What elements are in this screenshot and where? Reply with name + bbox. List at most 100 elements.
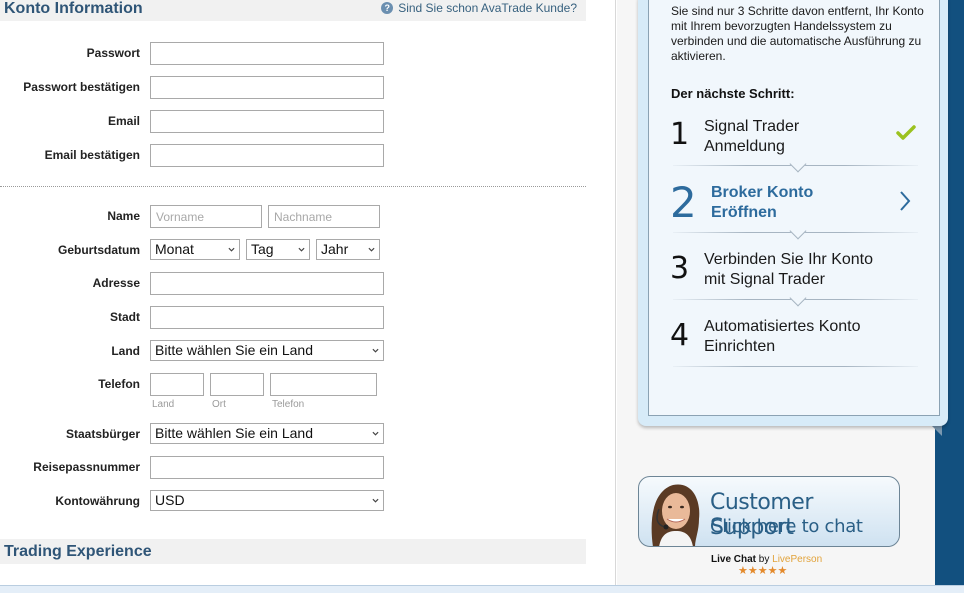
step-line-2: Einrichten [704, 338, 776, 355]
password-confirm-row: Passwort bestätigen [0, 76, 586, 99]
phone-number-input[interactable] [270, 373, 377, 396]
chevron-down-icon [372, 348, 379, 353]
steps-intro-text: Sie sind nur 3 Schritte davon entfernt, … [671, 4, 924, 63]
step-line-2: mit Signal Trader [704, 271, 825, 288]
support-agent-avatar [651, 484, 700, 546]
step-separator [673, 366, 918, 367]
step-number: 4 [670, 318, 690, 353]
step-number: 2 [670, 178, 697, 227]
passport-row: Reisepassnummer [0, 456, 586, 479]
step-line-2: Eröffnen [711, 204, 777, 221]
currency-select-value: USD [155, 492, 185, 508]
email-confirm-label: Email bestätigen [44, 148, 140, 162]
citizenship-row: Staatsbürger Bitte wählen Sie ein Land [0, 423, 586, 446]
section-header-trading: Trading Experience [0, 539, 586, 564]
phone-label: Telefon [98, 377, 140, 391]
step-number: 3 [670, 251, 690, 286]
first-name-input[interactable] [150, 205, 262, 228]
section-title: Konto Information [4, 0, 143, 17]
live-chat-credit: Live Chat by LivePerson [711, 554, 822, 565]
passport-input[interactable] [150, 456, 384, 479]
live-chat-label: Live Chat [711, 554, 757, 565]
birthdate-row: Geburtsdatum Monat Tag Jahr [0, 239, 586, 262]
citizenship-select-value: Bitte wählen Sie ein Land [155, 425, 313, 441]
click-to-chat-text: Click here to chat [710, 516, 863, 537]
password-row: Passwort [0, 42, 586, 65]
next-step-heading: Der nächste Schritt: [671, 86, 795, 101]
existing-customer-link[interactable]: ? Sind Sie schon AvaTrade Kunde? [381, 1, 577, 15]
phone-country-input[interactable] [150, 373, 204, 396]
step-line-1: Verbinden Sie Ihr Konto [704, 251, 874, 268]
password-input[interactable] [150, 42, 384, 65]
citizenship-label: Staatsbürger [65, 427, 140, 441]
email-input[interactable] [150, 110, 384, 133]
chevron-down-icon [228, 247, 235, 252]
chevron-down-icon [368, 247, 375, 252]
step-line-1: Signal Trader [704, 118, 800, 135]
country-select-value: Bitte wählen Sie ein Land [155, 342, 313, 358]
birthdate-label: Geburtsdatum [57, 243, 140, 257]
city-input[interactable] [150, 306, 384, 329]
step-line-1: Broker Konto [711, 184, 814, 201]
day-select-value: Tag [251, 241, 274, 257]
city-row: Stadt [0, 306, 586, 329]
password-label: Passwort [86, 46, 140, 60]
currency-select[interactable]: USD [150, 490, 384, 511]
email-row: Email [0, 110, 586, 133]
step-line-1: Automatisiertes Konto [704, 318, 861, 335]
email-confirm-row: Email bestätigen [0, 144, 586, 167]
step-number: 1 [670, 117, 690, 152]
password-confirm-input[interactable] [150, 76, 384, 99]
phone-area-sublabel: Ort [212, 399, 226, 410]
city-label: Stadt [110, 310, 140, 324]
step-text: Automatisiertes Konto Einrichten [704, 317, 861, 357]
customer-support-chat-button[interactable]: Customer Support Click here to chat [638, 476, 900, 547]
step-text: Signal Trader Anmeldung [704, 117, 799, 157]
address-row: Adresse [0, 272, 586, 295]
passport-label: Reisepassnummer [33, 460, 140, 474]
chevron-down-icon [298, 247, 305, 252]
country-select[interactable]: Bitte wählen Sie ein Land [150, 340, 384, 361]
password-confirm-label: Passwort bestätigen [23, 80, 140, 94]
year-select-value: Jahr [321, 241, 349, 257]
phone-row: Telefon [0, 373, 586, 396]
citizenship-select[interactable]: Bitte wählen Sie ein Land [150, 423, 384, 444]
by-label: by [758, 554, 770, 565]
currency-label: Kontowährung [55, 494, 140, 508]
footer-strip [0, 585, 964, 593]
country-label: Land [111, 344, 140, 358]
existing-customer-link-text[interactable]: Sind Sie schon AvaTrade Kunde? [398, 1, 577, 15]
email-confirm-input[interactable] [150, 144, 384, 167]
step-line-2: Anmeldung [704, 138, 785, 155]
section-header-account: Konto Information ? Sind Sie schon AvaTr… [0, 0, 586, 21]
step-text: Verbinden Sie Ihr Konto mit Signal Trade… [704, 250, 873, 290]
question-icon: ? [381, 2, 394, 14]
last-name-input[interactable] [268, 205, 380, 228]
currency-row: Kontowährung USD [0, 490, 586, 513]
account-form: Konto Information ? Sind Sie schon AvaTr… [0, 0, 616, 585]
trading-experience-title: Trading Experience [4, 543, 152, 560]
email-label: Email [107, 114, 140, 128]
liveperson-link[interactable]: LivePerson [772, 554, 822, 565]
month-select-value: Monat [155, 241, 194, 257]
month-select[interactable]: Monat [150, 239, 240, 260]
phone-number-sublabel: Telefon [272, 399, 305, 410]
step-4: 4 Automatisiertes Konto Einrichten [668, 316, 920, 376]
year-select[interactable]: Jahr [316, 239, 380, 260]
chevron-down-icon [372, 498, 379, 503]
name-row: Name [0, 205, 586, 228]
rating-stars-icon: ★★★★★ [738, 565, 788, 577]
address-label: Adresse [92, 276, 140, 290]
address-input[interactable] [150, 272, 384, 295]
divider [0, 186, 586, 187]
chevron-down-icon [372, 431, 379, 436]
day-select[interactable]: Tag [246, 239, 310, 260]
name-label: Name [107, 209, 140, 223]
country-row: Land Bitte wählen Sie ein Land [0, 340, 586, 363]
checkmark-icon [896, 125, 916, 140]
phone-country-sublabel: Land [152, 399, 175, 410]
chevron-right-icon[interactable] [898, 190, 912, 212]
phone-area-input[interactable] [210, 373, 264, 396]
step-text: Broker Konto Eröffnen [711, 183, 813, 223]
page: Konto Information ? Sind Sie schon AvaTr… [0, 0, 964, 593]
